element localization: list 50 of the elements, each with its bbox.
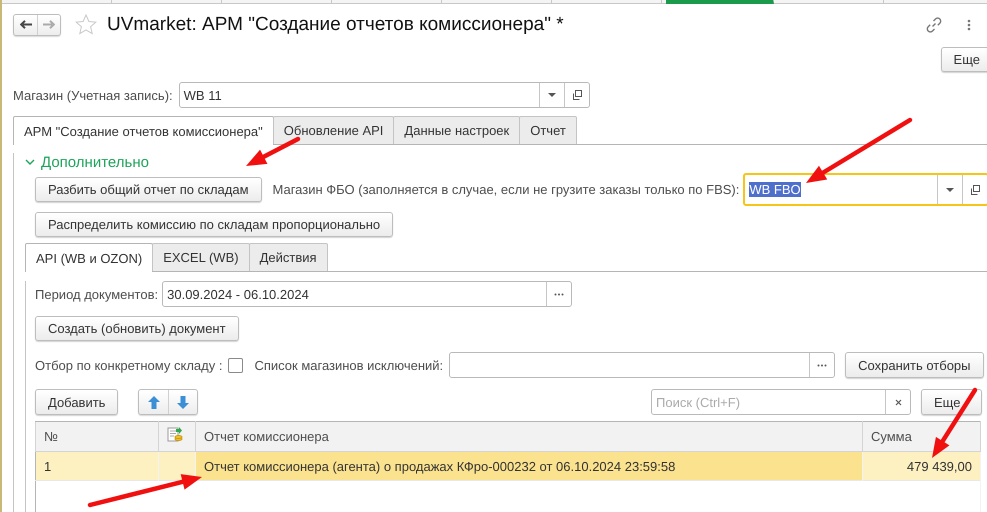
tab[interactable]: Отчет: [519, 116, 577, 144]
distribute-commission-button[interactable]: Распределить комиссию по складам пропорционально: [35, 212, 394, 237]
down-arrow-icon: [177, 396, 190, 408]
fbo-store-field[interactable]: WB FBO: [743, 173, 987, 206]
table-cell: Отчет комиссионера (агента) о продажах КФро-000232 от 06.10.2024 23:59:58: [196, 452, 862, 480]
column-header[interactable]: №: [36, 422, 158, 452]
open-icon: [570, 89, 583, 101]
tab[interactable]: Действия: [248, 243, 328, 271]
tab[interactable]: Обновление API: [272, 116, 394, 144]
caret-icon: [946, 188, 954, 192]
forward-arrow-icon: [43, 20, 55, 29]
table-cell: 1: [36, 452, 158, 480]
ellipsis-icon: [817, 364, 828, 366]
split-report-button[interactable]: Разбить общий отчет по складам: [35, 177, 262, 202]
more-button[interactable]: Еще: [921, 389, 982, 415]
add-button[interactable]: Добавить: [35, 389, 118, 415]
annotation-arrow: [932, 388, 978, 458]
period-label: Период документов:: [35, 286, 158, 302]
open-icon: [969, 184, 981, 196]
document-coins-icon: [167, 427, 183, 443]
table-row[interactable]: 1 Отчет комиссионера (агента) о продажах КФро-000232 от 06.10.2024 23:59:58 479 439,00: [36, 452, 980, 480]
create-document-button[interactable]: Создать (обновить) документ: [35, 316, 239, 341]
more-icon[interactable]: [967, 18, 971, 30]
save-filters-button[interactable]: Сохранить отборы: [845, 352, 984, 378]
caret-icon: [548, 93, 556, 97]
fbo-store-label: Магазин ФБО (заполняется в случае, если не грузите заказы только по FBS):: [272, 182, 740, 197]
more-button[interactable]: Еще: [940, 47, 987, 72]
table-cell: 479 439,00: [862, 452, 980, 480]
tab[interactable]: Данные настроек: [393, 116, 520, 144]
link-icon[interactable]: [925, 16, 943, 34]
star-icon[interactable]: [75, 14, 97, 35]
close-icon: [894, 398, 902, 406]
store-label: Магазин (Учетная запись):: [13, 88, 173, 102]
tab[interactable]: API (WB и OZON): [25, 243, 154, 272]
up-arrow-icon: [148, 396, 160, 408]
tab[interactable]: EXCEL (WB): [152, 243, 250, 271]
column-header[interactable]: Сумма: [862, 422, 980, 452]
tab[interactable]: АРМ "Создание отчетов комиссионера": [13, 116, 274, 145]
exclusions-label: Список магазинов исключений:: [254, 358, 444, 372]
checkbox[interactable]: [228, 358, 244, 372]
window-title: UVmarket: АРМ "Создание отчетов комиссионера" *: [107, 14, 564, 36]
store-field[interactable]: WB 11: [178, 82, 590, 108]
column-header[interactable]: [158, 422, 196, 452]
warehouse-filter-label: Отбор по конкретному складу :: [35, 358, 222, 372]
column-header[interactable]: Отчет комиссионера: [196, 422, 862, 452]
exclusions-field[interactable]: [449, 352, 836, 378]
back-arrow-icon: [20, 20, 32, 29]
chevron-icon[interactable]: [25, 159, 35, 165]
ellipsis-icon: [554, 292, 564, 296]
period-field[interactable]: 30.09.2024 - 06.10.2024: [162, 281, 572, 307]
